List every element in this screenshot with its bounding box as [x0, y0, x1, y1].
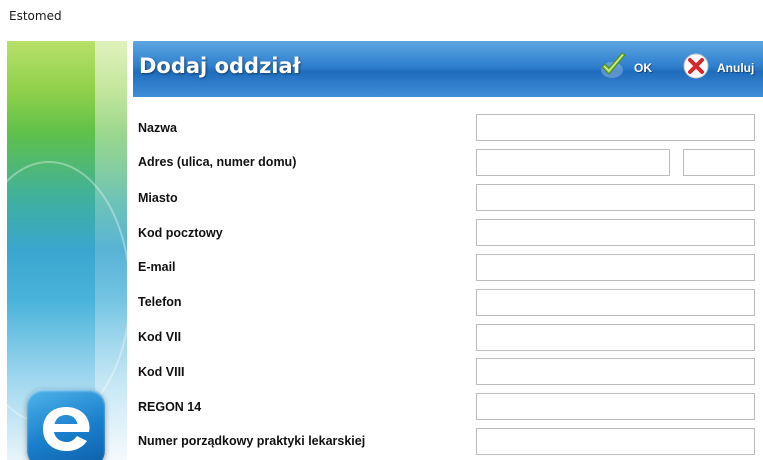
dialog-title: Dodaj oddział [139, 54, 301, 78]
email-input[interactable] [476, 254, 755, 281]
close-icon [681, 51, 711, 86]
code-viii-label: Kod VIII [138, 365, 185, 379]
name-label: Nazwa [138, 121, 177, 135]
practice-number-label: Numer porządkowy praktyki lekarskiej [138, 434, 366, 448]
regon-input[interactable] [476, 393, 755, 420]
checkmark-icon [598, 51, 628, 86]
phone-input[interactable] [476, 289, 755, 316]
city-label: Miasto [138, 191, 178, 205]
estomed-logo-icon [27, 389, 105, 460]
practice-number-input[interactable] [476, 428, 755, 455]
postal-code-input[interactable] [476, 219, 755, 246]
phone-label: Telefon [138, 295, 182, 309]
city-input[interactable] [476, 184, 755, 211]
cancel-label: Anuluj [717, 61, 755, 75]
house-number-input[interactable] [683, 149, 755, 176]
ok-label: OK [634, 61, 652, 75]
name-input[interactable] [476, 114, 755, 141]
code-viii-input[interactable] [476, 358, 755, 385]
postal-code-label: Kod pocztowy [138, 226, 223, 240]
address-label: Adres (ulica, numer domu) [138, 155, 297, 169]
email-label: E-mail [138, 260, 176, 274]
ok-button[interactable]: OK [598, 51, 652, 86]
code-vii-input[interactable] [476, 324, 755, 351]
regon-label: REGON 14 [138, 400, 202, 414]
street-input[interactable] [476, 149, 670, 176]
side-panel [7, 41, 127, 460]
cancel-button[interactable]: Anuluj [681, 53, 754, 83]
dialog-header: Dodaj oddział OK Anuluj [133, 41, 763, 97]
code-vii-label: Kod VII [138, 330, 182, 344]
app-title: Estomed [9, 9, 62, 23]
